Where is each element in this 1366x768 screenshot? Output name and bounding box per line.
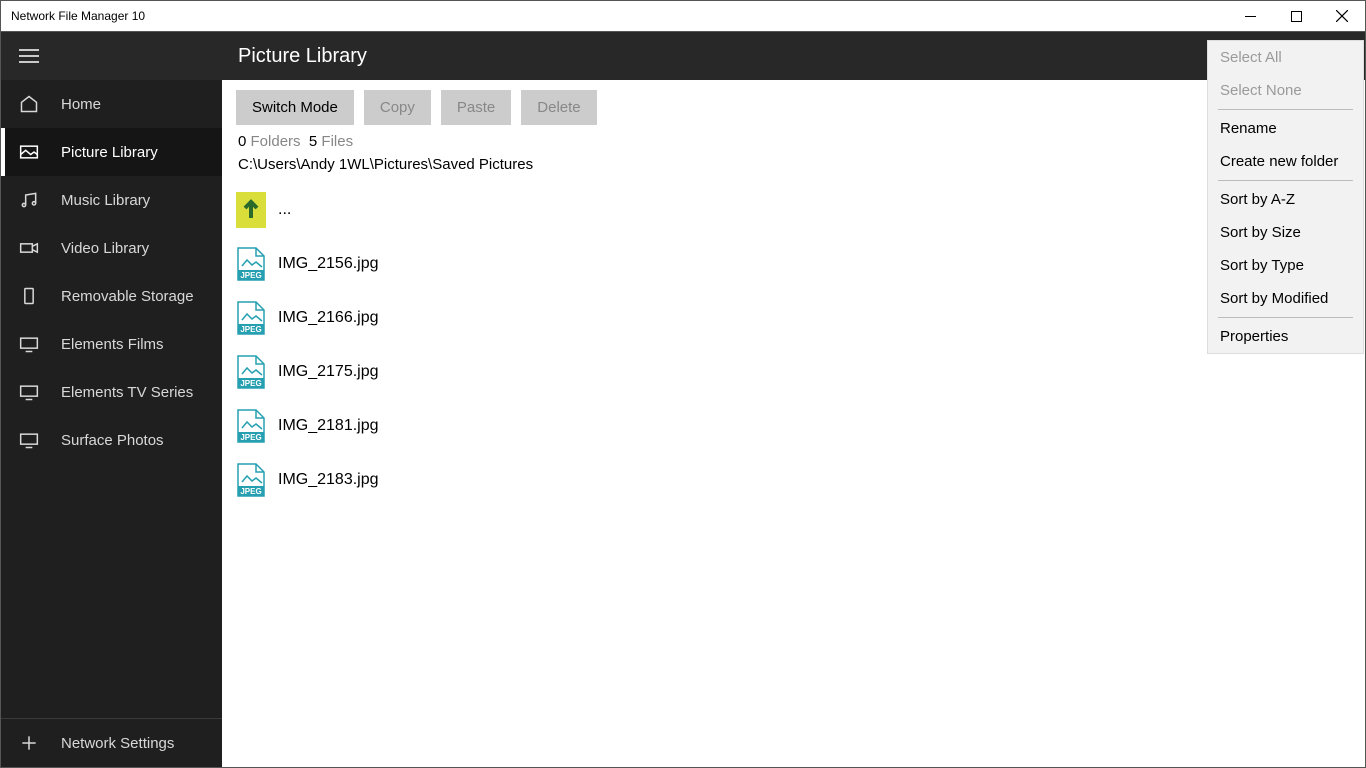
file-name: IMG_2166.jpg [278,309,379,327]
sidebar-item-label: Elements TV Series [61,384,193,401]
jpeg-file-icon: JPEG [236,462,266,498]
sidebar-item-elements-tv-series[interactable]: Elements TV Series [1,368,222,416]
monitor-icon [19,430,39,450]
jpeg-file-icon: JPEG [236,354,266,390]
picture-icon [19,142,39,162]
sidebar-item-label: Home [61,96,101,113]
file-row[interactable]: JPEG IMG_2183.jpg [232,453,1355,507]
file-name: IMG_2183.jpg [278,471,379,489]
menu-separator [1218,109,1353,110]
home-icon [19,94,39,114]
file-name: IMG_2156.jpg [278,255,379,273]
menu-rename[interactable]: Rename [1208,112,1363,145]
file-row[interactable]: JPEG IMG_2156.jpg [232,237,1355,291]
sidebar-item-picture-library[interactable]: Picture Library [1,128,222,176]
svg-text:JPEG: JPEG [240,325,261,334]
menu-select-all[interactable]: Select All [1208,41,1363,74]
sidebar: Home Picture Library Music Library [1,32,222,767]
main-area: Picture Library Switch Mode Copy Paste D… [222,32,1365,767]
file-row[interactable]: JPEG IMG_2175.jpg [232,345,1355,399]
menu-sort-size[interactable]: Sort by Size [1208,216,1363,249]
sidebar-item-label: Elements Films [61,336,164,353]
maximize-button[interactable] [1273,1,1319,31]
window-title: Network File Manager 10 [11,9,145,23]
sidebar-item-home[interactable]: Home [1,80,222,128]
sidebar-item-elements-films[interactable]: Elements Films [1,320,222,368]
context-menu: Select All Select None Rename Create new… [1207,40,1364,354]
hamburger-button[interactable] [1,32,222,80]
page-header: Picture Library [222,32,1365,80]
parent-folder-row[interactable]: ... [232,183,1355,237]
svg-text:JPEG: JPEG [240,379,261,388]
menu-separator [1218,317,1353,318]
menu-select-none[interactable]: Select None [1208,74,1363,107]
file-name: IMG_2175.jpg [278,363,379,381]
sidebar-item-label: Picture Library [61,144,158,161]
svg-text:JPEG: JPEG [240,433,261,442]
paste-button[interactable]: Paste [441,90,511,125]
sidebar-item-surface-photos[interactable]: Surface Photos [1,416,222,464]
file-row[interactable]: JPEG IMG_2181.jpg [232,399,1355,453]
files-count: 5 [309,133,317,150]
jpeg-file-icon: JPEG [236,408,266,444]
delete-button[interactable]: Delete [521,90,596,125]
current-path: C:\Users\Andy 1WL\Pictures\Saved Picture… [222,156,1365,183]
plus-icon [19,733,39,753]
monitor-icon [19,382,39,402]
music-icon [19,190,39,210]
status-line: 0 Folders 5 Files [222,133,1365,156]
close-button[interactable] [1319,1,1365,31]
file-name: IMG_2181.jpg [278,417,379,435]
parent-folder-label: ... [278,201,291,219]
nav-list: Home Picture Library Music Library [1,80,222,718]
files-label: Files [321,133,353,150]
page-title: Picture Library [238,45,367,68]
sidebar-item-removable-storage[interactable]: Removable Storage [1,272,222,320]
sidebar-item-label: Surface Photos [61,432,164,449]
sidebar-item-music-library[interactable]: Music Library [1,176,222,224]
toolbar: Switch Mode Copy Paste Delete [222,80,1365,133]
sidebar-item-video-library[interactable]: Video Library [1,224,222,272]
sidebar-item-network-settings[interactable]: Network Settings [1,719,222,767]
window-controls [1227,1,1365,31]
tablet-icon [19,286,39,306]
up-folder-icon [236,192,266,228]
menu-separator [1218,180,1353,181]
video-icon [19,238,39,258]
minimize-button[interactable] [1227,1,1273,31]
jpeg-file-icon: JPEG [236,300,266,336]
menu-sort-type[interactable]: Sort by Type [1208,249,1363,282]
folders-label: Folders [251,133,301,150]
svg-text:JPEG: JPEG [240,487,261,496]
file-row[interactable]: JPEG IMG_2166.jpg [232,291,1355,345]
sidebar-item-label: Removable Storage [61,288,194,305]
sidebar-item-label: Video Library [61,240,149,257]
file-list: ... JPEG IMG_2156.jpg JPEG IMG_2166.jpg [222,183,1365,507]
jpeg-file-icon: JPEG [236,246,266,282]
folders-count: 0 [238,133,246,150]
menu-properties[interactable]: Properties [1208,320,1363,353]
menu-sort-az[interactable]: Sort by A-Z [1208,183,1363,216]
menu-sort-modified[interactable]: Sort by Modified [1208,282,1363,315]
sidebar-item-label: Network Settings [61,735,174,752]
menu-create-folder[interactable]: Create new folder [1208,145,1363,178]
switch-mode-button[interactable]: Switch Mode [236,90,354,125]
monitor-icon [19,334,39,354]
svg-text:JPEG: JPEG [240,271,261,280]
copy-button[interactable]: Copy [364,90,431,125]
titlebar: Network File Manager 10 [1,1,1365,32]
sidebar-item-label: Music Library [61,192,150,209]
